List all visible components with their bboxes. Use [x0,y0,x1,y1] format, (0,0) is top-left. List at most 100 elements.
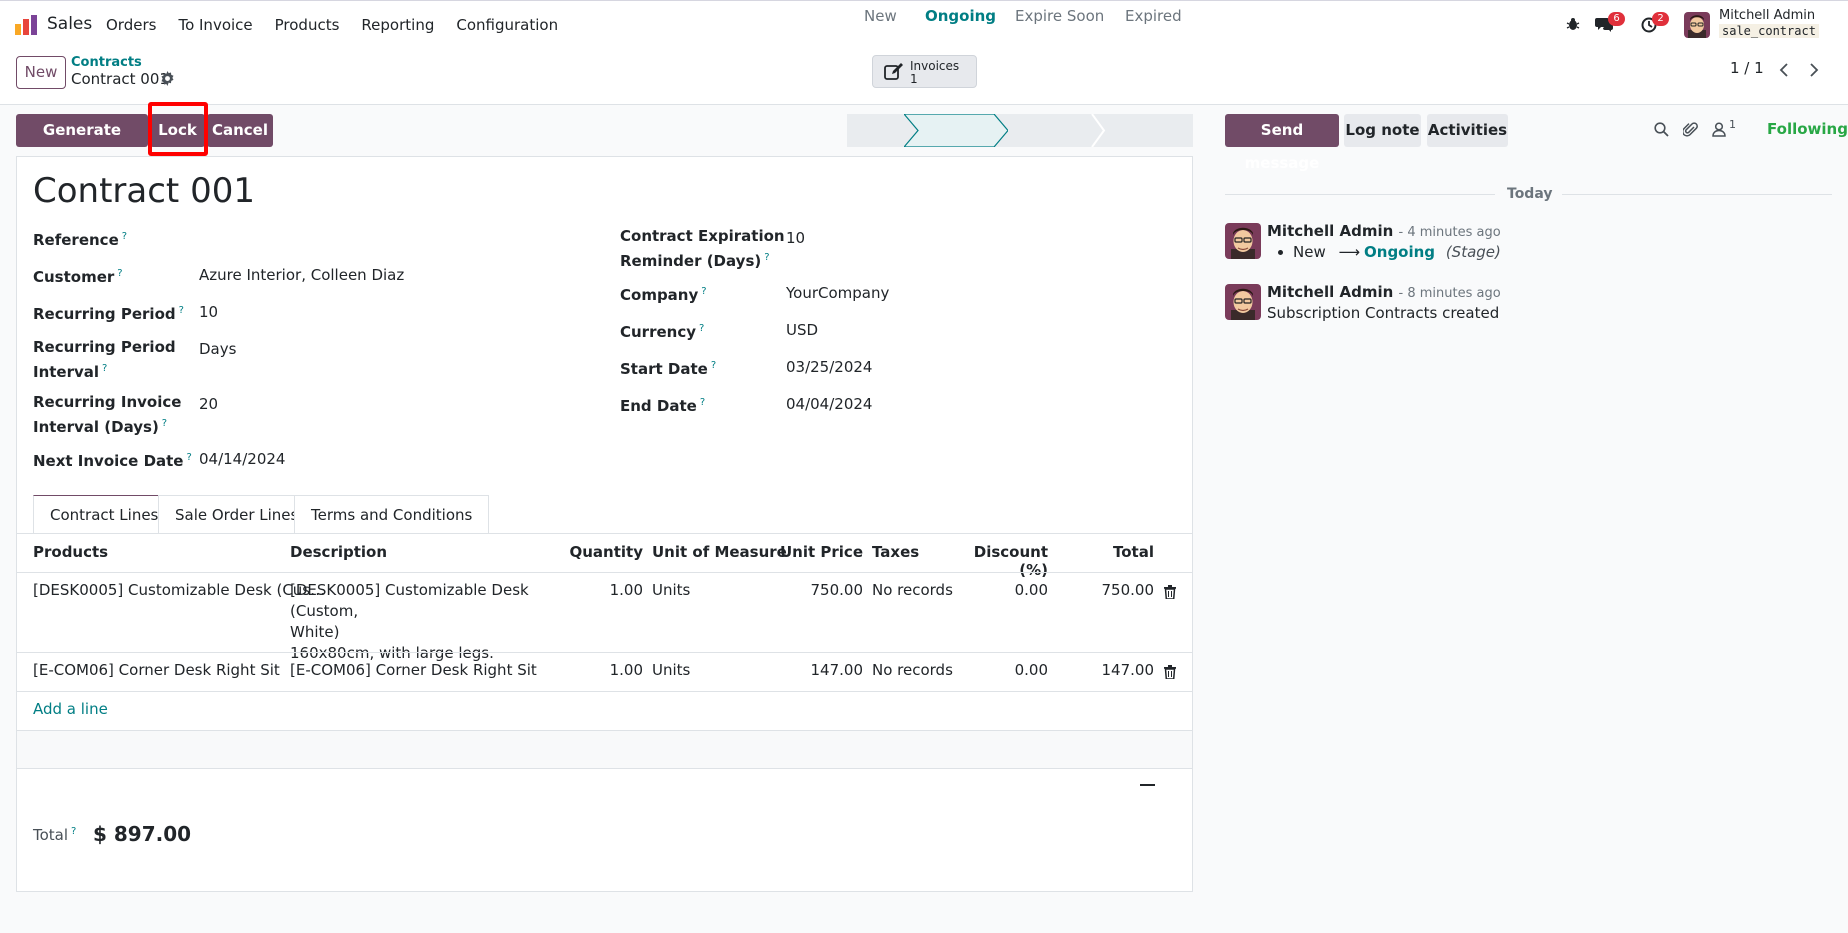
field-contract-expiration-reminder[interactable]: 10 [786,229,805,247]
gear-icon[interactable] [160,71,175,86]
activities-button[interactable]: Activities [1427,114,1508,147]
cell-discount[interactable]: 0.00 [940,580,1048,601]
sales-app-logo-icon[interactable] [15,15,37,35]
menu-orders[interactable]: Orders [106,16,156,34]
cell-product[interactable]: [DESK0005] Customizable Desk (Cus… [33,580,325,601]
stage-expire-soon[interactable]: Expire Soon [1015,0,1104,33]
debug-bug-icon[interactable] [1566,17,1580,31]
help-tooltip-icon[interactable]: ? [117,268,122,279]
help-tooltip-icon[interactable]: ? [162,418,167,429]
cell-quantity[interactable]: 1.00 [560,660,643,681]
record-title[interactable]: Contract 001 [33,171,255,211]
top-navbar: Sales Orders To Invoice Products Reporti… [0,0,1848,47]
column-description[interactable]: Description [290,543,387,561]
help-tooltip-icon[interactable]: ? [71,826,76,837]
user-name[interactable]: Mitchell Admin [1719,8,1815,23]
column-unit-of-measure[interactable]: Unit of Measure [652,543,787,561]
collapse-minus-icon[interactable] [1140,784,1155,788]
column-products[interactable]: Products [33,543,108,561]
message-author: Mitchell Admin - 8 minutes ago [1267,283,1501,301]
help-tooltip-icon[interactable]: ? [102,363,107,374]
database-name: sale_contract [1719,24,1819,38]
column-unit-price[interactable]: Unit Price [775,543,863,561]
cell-uom[interactable]: Units [652,580,690,601]
paperclip-icon[interactable] [1683,121,1698,138]
cancel-button[interactable]: Cancel [207,114,273,147]
pager-next-button[interactable] [1800,56,1828,84]
help-tooltip-icon[interactable]: ? [122,231,127,242]
tab-contract-lines[interactable]: Contract Lines [33,495,176,533]
column-discount[interactable]: Discount (%) [940,543,1048,579]
field-next-invoice-date[interactable]: 04/14/2024 [199,450,285,468]
menu-reporting[interactable]: Reporting [361,16,434,34]
following-button[interactable]: Following [1767,120,1848,138]
menu-to-invoice[interactable]: To Invoice [178,16,252,34]
field-currency[interactable]: USD [786,321,818,339]
help-tooltip-icon[interactable]: ? [700,397,705,408]
user-avatar[interactable] [1684,12,1710,38]
label-reference: Reference? [33,231,128,249]
label-company: Company? [620,286,707,304]
help-tooltip-icon[interactable]: ? [179,305,184,316]
date-divider-left [1225,194,1495,195]
column-quantity[interactable]: Quantity [560,543,644,561]
stage-expired[interactable]: Expired [1125,0,1182,33]
tab-terms-and-conditions[interactable]: Terms and Conditions [294,495,490,533]
cell-discount[interactable]: 0.00 [940,660,1048,681]
help-tooltip-icon[interactable]: ? [699,323,704,334]
trash-icon[interactable] [1164,665,1176,679]
trash-icon[interactable] [1164,585,1176,599]
edit-pencil-icon [884,63,903,80]
cell-quantity[interactable]: 1.00 [560,580,643,601]
new-button[interactable]: New [16,56,66,89]
search-icon[interactable] [1654,122,1669,137]
help-tooltip-icon[interactable]: ? [711,360,716,371]
menu-products[interactable]: Products [275,16,340,34]
activities-menu[interactable]: 2 [1641,12,1669,35]
followers-button[interactable]: 1 [1712,118,1742,140]
label-currency: Currency? [620,323,705,341]
field-recurring-invoice-interval[interactable]: 20 [199,395,218,413]
send-message-button[interactable]: Send message [1225,114,1339,172]
avatar[interactable] [1225,223,1261,259]
tab-sale-order-lines[interactable]: Sale Order Lines [158,495,316,533]
help-tooltip-icon[interactable]: ? [186,452,191,463]
column-total[interactable]: Total [1080,543,1154,561]
add-line-link[interactable]: Add a line [33,700,108,718]
column-taxes[interactable]: Taxes [872,543,919,561]
stage-ongoing[interactable]: Ongoing [925,0,996,33]
cell-unit-price[interactable]: 750.00 [775,580,864,601]
tracking-field: (Stage) [1445,243,1501,261]
log-note-button[interactable]: Log note [1344,114,1421,147]
field-end-date[interactable]: 04/04/2024 [786,395,872,413]
cell-uom[interactable]: Units [652,660,690,681]
field-recurring-period-interval[interactable]: Days [199,340,236,358]
pager-value[interactable]: 1 / 1 [1730,59,1764,77]
cell-unit-price[interactable]: 147.00 [775,660,864,681]
active-stage-arrow [904,114,1008,147]
cell-product[interactable]: [E-COM06] Corner Desk Right Sit [33,660,280,681]
bullet-icon [1278,250,1283,255]
help-tooltip-icon[interactable]: ? [764,252,769,263]
cell-description[interactable]: [E-COM06] Corner Desk Right Sit [290,660,537,681]
total-label: Total? [33,826,77,844]
field-start-date[interactable]: 03/25/2024 [786,358,872,376]
generate-invoice-button[interactable]: Generate Invoice [16,114,148,172]
app-name[interactable]: Sales [47,14,92,34]
menu-configuration[interactable]: Configuration [456,16,558,34]
avatar[interactable] [1225,284,1261,320]
help-tooltip-icon[interactable]: ? [701,286,706,297]
tab-divider [16,533,1193,534]
messages-badge: 6 [1608,12,1625,26]
field-recurring-period[interactable]: 10 [199,303,218,321]
messages-menu[interactable]: 6 [1595,12,1625,35]
invoices-smart-button[interactable]: Invoices 1 [872,55,977,88]
field-customer[interactable]: Azure Interior, Colleen Diaz [199,266,404,284]
field-reference[interactable] [199,228,579,248]
stage-new[interactable]: New [864,0,897,33]
field-company[interactable]: YourCompany [786,284,889,302]
invoices-count: 1 [910,72,918,86]
author-avatar-image [1225,284,1261,320]
breadcrumb-contracts[interactable]: Contracts [71,55,142,70]
pager-previous-button[interactable] [1770,56,1798,84]
